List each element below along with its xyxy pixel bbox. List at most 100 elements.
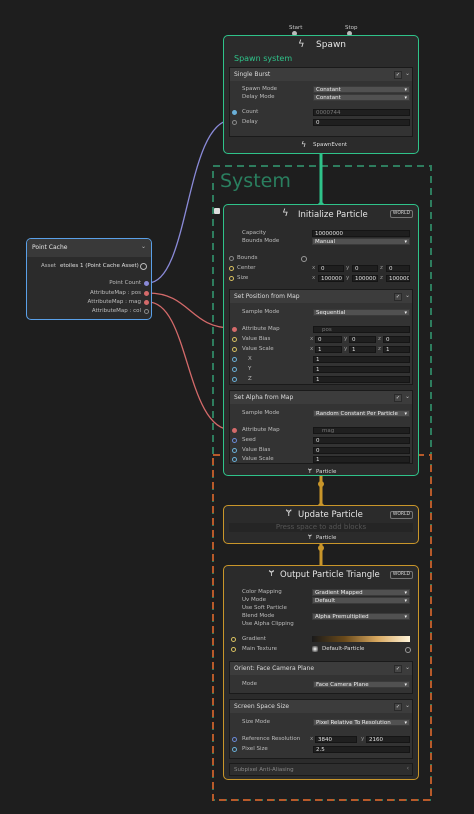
single-burst-block[interactable]: Single Burst ✓ ⌄ Spawn Mode Constant Del… [229, 67, 413, 137]
value-scale-port[interactable] [232, 347, 237, 352]
bounds-mode-dropdown[interactable]: Manual [312, 238, 410, 245]
color-mapping-dropdown[interactable]: Gradient Mapped [312, 589, 410, 596]
z-port[interactable] [232, 377, 237, 382]
chevron-down-icon[interactable]: ⌄ [405, 292, 410, 299]
output-node[interactable]: Ɏ Output Particle Triangle WORLD Color M… [223, 565, 419, 780]
value-scale-field[interactable]: 1 [313, 456, 410, 463]
port-attr-pos[interactable] [144, 291, 149, 296]
delay-mode-dropdown[interactable]: Constant [313, 94, 410, 101]
count-field[interactable]: 0000744 [313, 109, 410, 116]
gradient-swatch[interactable] [312, 636, 410, 642]
port-attr-mag[interactable] [144, 300, 149, 305]
size-x-field[interactable]: 100000 [318, 275, 344, 282]
particle-flow-label: Particle [316, 469, 337, 475]
capacity-field[interactable]: 10000000 [312, 230, 410, 237]
delay-port[interactable] [232, 120, 237, 125]
target-icon[interactable] [405, 647, 411, 653]
spawn-system-name: Spawn system [234, 54, 293, 63]
block-enable-checkbox[interactable]: ✓ [394, 293, 402, 301]
main-texture-port[interactable] [231, 647, 236, 652]
attribute-map-field[interactable]: mag [313, 427, 410, 434]
value-bias-port[interactable] [232, 448, 237, 453]
main-texture-value: Default-Particle [322, 646, 365, 652]
value-scale-x[interactable]: 1 [315, 346, 342, 353]
chevron-down-icon[interactable]: ⌄ [141, 243, 146, 250]
size-z-field[interactable]: 100000 [386, 275, 410, 282]
chevron-down-icon[interactable]: ⌄ [405, 702, 410, 709]
value-bias-x[interactable]: 0 [315, 336, 342, 343]
bounds-port[interactable] [229, 256, 234, 261]
value-bias-field[interactable]: 0 [313, 447, 410, 454]
value-scale-port[interactable] [232, 457, 237, 462]
seed-field[interactable]: 0 [313, 437, 410, 444]
x-field[interactable]: 1 [313, 356, 410, 363]
target-icon[interactable] [301, 256, 307, 262]
center-port[interactable] [229, 266, 234, 271]
pixel-size-field[interactable]: 2.5 [313, 746, 410, 753]
asset-field[interactable]: etoiles 1 (Point Cache Asset) [58, 263, 148, 270]
space-badge[interactable]: WORLD [389, 511, 413, 519]
delay-field[interactable]: 0 [313, 119, 410, 126]
size-port[interactable] [229, 276, 234, 281]
spawn-mode-dropdown[interactable]: Constant [313, 86, 410, 93]
pixel-size-port[interactable] [232, 747, 237, 752]
ref-res-x-field[interactable]: 3840 [315, 736, 357, 743]
block-enable-checkbox[interactable]: ✓ [394, 665, 402, 673]
x-port[interactable] [232, 357, 237, 362]
value-bias-y[interactable]: 0 [349, 336, 376, 343]
size-y-field[interactable]: 100000 [352, 275, 378, 282]
block-enable-checkbox[interactable]: ✓ [394, 394, 402, 402]
chevron-down-icon[interactable]: ⌄ [405, 70, 410, 77]
value-bias-z[interactable]: 0 [383, 336, 410, 343]
ref-res-port[interactable] [232, 737, 237, 742]
point-cache-node[interactable]: Point Cache ⌄ Asset etoiles 1 (Point Cac… [26, 238, 152, 320]
attribute-map-port[interactable] [232, 428, 237, 433]
count-port[interactable] [232, 110, 237, 115]
port-attr-col[interactable] [144, 309, 149, 314]
spawn-node[interactable]: ϟ Spawn Spawn system Single Burst ✓ ⌄ Sp… [223, 35, 419, 154]
ref-res-y-field[interactable]: 2160 [366, 736, 410, 743]
value-scale-y[interactable]: 1 [349, 346, 376, 353]
target-icon[interactable] [140, 263, 147, 270]
initialize-node[interactable]: ϟ Initialize Particle WORLD Capacity 100… [223, 204, 419, 476]
set-position-block[interactable]: Set Position from Map ✓ ⌄ Sample Mode Se… [229, 289, 413, 385]
y-port[interactable] [232, 367, 237, 372]
mode-dropdown[interactable]: Face Camera Plane [313, 681, 410, 688]
update-node[interactable]: Ɏ Update Particle WORLD Press space to a… [223, 505, 419, 544]
chevron-left-icon[interactable]: ‹ [407, 765, 409, 772]
chevron-down-icon[interactable]: ⌄ [405, 664, 410, 671]
z-field[interactable]: 1 [313, 376, 410, 383]
attribute-map-field[interactable]: pos [313, 326, 410, 333]
edit-icon[interactable] [214, 208, 220, 214]
value-bias-port[interactable] [232, 337, 237, 342]
gradient-port[interactable] [231, 637, 236, 642]
center-x-field[interactable]: 0 [318, 265, 344, 272]
attribute-map-port[interactable] [232, 327, 237, 332]
chevron-down-icon[interactable]: ⌄ [405, 393, 410, 400]
sample-mode-dropdown[interactable]: Random Constant Per Particle [313, 410, 410, 417]
lightning-icon: ϟ [298, 39, 305, 50]
port-point-count[interactable] [144, 281, 149, 286]
sample-mode-dropdown[interactable]: Sequential [313, 309, 410, 316]
space-badge[interactable]: WORLD [389, 571, 413, 579]
screen-space-size-block[interactable]: Screen Space Size ✓ ⌄ Size Mode Pixel Re… [229, 699, 413, 759]
size-mode-dropdown[interactable]: Pixel Relative To Resolution [313, 719, 410, 726]
blend-mode-dropdown[interactable]: Alpha Premultiplied [312, 613, 410, 620]
scale-x-axis: x [310, 346, 314, 352]
add-blocks-placeholder[interactable]: Press space to add blocks [229, 523, 413, 532]
space-badge[interactable]: WORLD [389, 210, 413, 218]
uv-mode-dropdown[interactable]: Default [312, 597, 410, 604]
center-z-field[interactable]: 0 [386, 265, 410, 272]
center-y-axis: y [346, 265, 350, 271]
subpixel-aa-block[interactable]: Subpixel Anti-Aliasing ‹ [229, 763, 413, 776]
value-scale-z[interactable]: 1 [383, 346, 410, 353]
value-scale-label: Value Scale [242, 346, 274, 352]
seed-port[interactable] [232, 438, 237, 443]
set-alpha-block[interactable]: Set Alpha from Map ✓ ⌄ Sample Mode Rando… [229, 390, 413, 464]
scale-y-axis: y [344, 346, 348, 352]
block-enable-checkbox[interactable]: ✓ [394, 703, 402, 711]
block-enable-checkbox[interactable]: ✓ [394, 71, 402, 79]
center-y-field[interactable]: 0 [352, 265, 378, 272]
y-field[interactable]: 1 [313, 366, 410, 373]
orient-block[interactable]: Orient: Face Camera Plane ✓ ⌄ Mode Face … [229, 661, 413, 694]
